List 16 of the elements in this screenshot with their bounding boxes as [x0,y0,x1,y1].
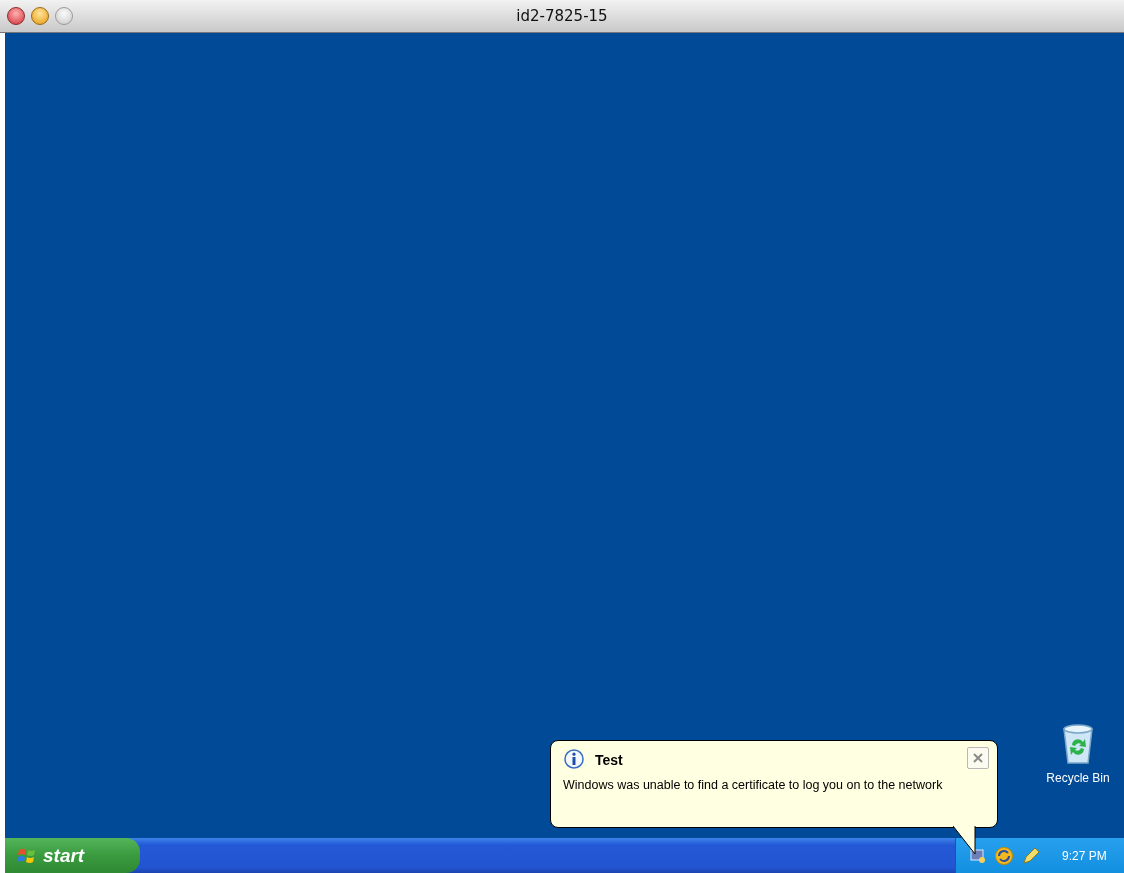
balloon-message: Windows was unable to find a certificate to log you on to the network [563,777,944,794]
windows-flag-icon [17,846,37,865]
clock: 9:27 PM [1062,848,1107,863]
zoom-window-button[interactable] [55,7,73,25]
pencil-icon[interactable] [1022,846,1040,865]
circular-arrows-icon[interactable] [994,845,1014,866]
balloon-title: Test [595,752,623,768]
close-icon [973,753,983,763]
desktop-icon-label[interactable]: Recycle Bin [1046,771,1110,785]
network-icon[interactable] [970,847,986,864]
window-title: id2-7825-15 [516,7,608,25]
close-button[interactable] [967,747,989,769]
info-icon [563,749,585,771]
minimize-window-button[interactable] [31,7,49,25]
close-window-button[interactable] [7,7,25,25]
start-button[interactable]: start [5,838,140,873]
